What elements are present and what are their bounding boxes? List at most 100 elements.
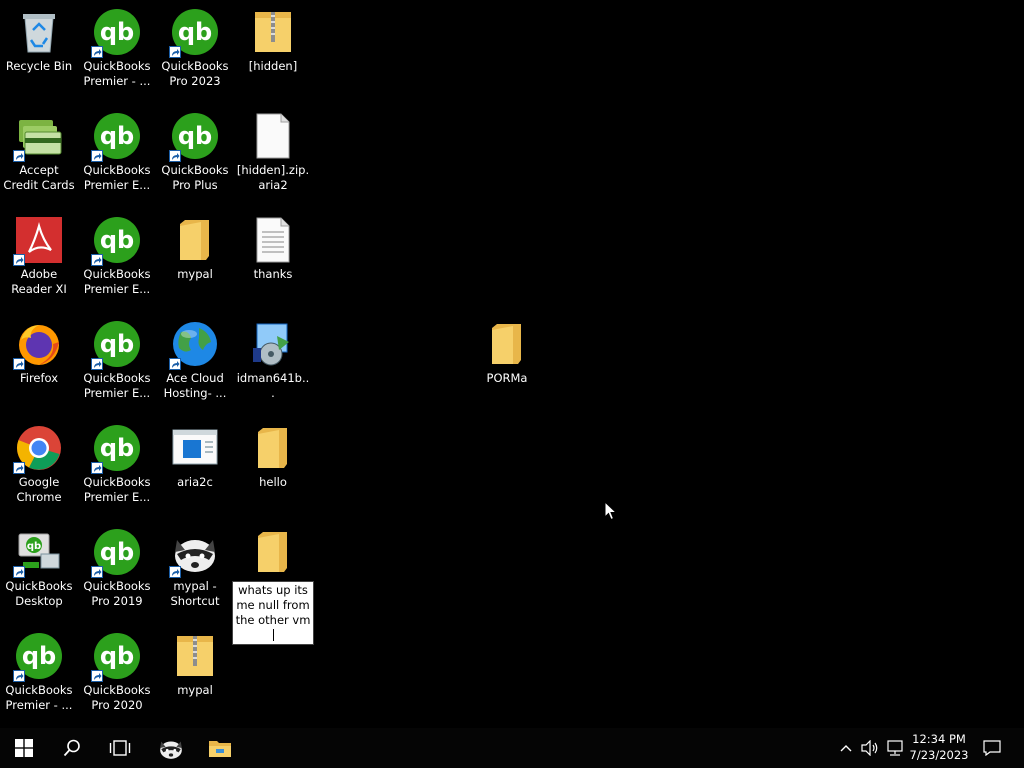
- shortcut-arrow-icon: [91, 670, 103, 682]
- start-button[interactable]: [0, 728, 48, 768]
- folder-icon: [171, 216, 219, 264]
- shortcut-arrow-icon: [169, 566, 181, 578]
- text-caret: [273, 629, 274, 641]
- desktop-icon-quickbooks-premier[interactable]: qb QuickBooks Premier - ...: [1, 624, 77, 724]
- desktop-icon-porma[interactable]: PORMa: [469, 312, 545, 412]
- svg-text:qb: qb: [100, 538, 134, 566]
- desktop-icon-renaming[interactable]: whats up its me null from the other vm: [232, 520, 314, 645]
- svg-text:qb: qb: [100, 330, 134, 358]
- svg-text:qb: qb: [27, 541, 41, 552]
- file-explorer-icon: [209, 741, 231, 757]
- volume-button[interactable]: [860, 728, 880, 768]
- shortcut-arrow-icon: [13, 358, 25, 370]
- desktop-icon-quickbooks-pro-plus-2022[interactable]: qb QuickBooks Pro Plus 2022: [157, 104, 233, 204]
- desktop-icon-quickbooks-premier-e[interactable]: qb QuickBooks Premier E...: [79, 208, 155, 308]
- shortcut-arrow-icon: [91, 566, 103, 578]
- desktop-icon-mypal-shortcut[interactable]: mypal - Shortcut: [157, 520, 233, 620]
- clock[interactable]: 12:34 PM 7/23/2023: [904, 731, 974, 763]
- shortcut-arrow-icon: [91, 46, 103, 58]
- task-view-button[interactable]: [96, 728, 144, 768]
- text-file-icon: [249, 216, 297, 264]
- desktop-icon-label: Google Chrome: [16, 475, 62, 504]
- desktop-icon-hidden[interactable]: [hidden]: [235, 0, 311, 100]
- desktop-icon-label: thanks: [253, 267, 293, 281]
- shortcut-arrow-icon: [91, 254, 103, 266]
- clock-time: 12:34 PM: [912, 732, 966, 746]
- search-icon: [63, 739, 80, 757]
- show-hidden-icons-button[interactable]: [838, 728, 854, 768]
- desktop-icon-ace-cloud-hosting[interactable]: Ace Cloud Hosting- ...: [157, 312, 233, 412]
- shortcut-arrow-icon: [91, 150, 103, 162]
- desktop-icon-aria2c[interactable]: aria2c: [157, 416, 233, 516]
- shortcut-arrow-icon: [169, 150, 181, 162]
- shortcut-arrow-icon: [13, 254, 25, 266]
- svg-text:qb: qb: [100, 18, 134, 46]
- desktop-icon-hidden-zip-aria2[interactable]: [hidden].zip.aria2: [235, 104, 311, 204]
- svg-text:qb: qb: [100, 226, 134, 254]
- desktop-icon-firefox[interactable]: Firefox: [1, 312, 77, 412]
- quickbooks-icon: qb: [91, 528, 141, 578]
- desktop-icon-thanks[interactable]: thanks: [235, 208, 311, 308]
- desktop-icon-google-chrome[interactable]: Google Chrome: [1, 416, 77, 516]
- desktop-icon-quickbooks-premier-e[interactable]: qb QuickBooks Premier E...: [79, 104, 155, 204]
- desktop[interactable]: Recycle Bin Accept Credit Cards in Poi..…: [0, 0, 1024, 728]
- desktop-icon-accept-credit-cards-in-poi[interactable]: Accept Credit Cards in Poi...: [1, 104, 77, 204]
- rename-textbox[interactable]: whats up its me null from the other vm: [232, 581, 314, 645]
- taskbar-mypal-button[interactable]: [147, 728, 195, 768]
- desktop-icon-recycle-bin[interactable]: Recycle Bin: [1, 0, 77, 100]
- rename-text: whats up its me null from the other vm: [235, 583, 311, 627]
- recycle-bin-icon: [15, 8, 63, 56]
- desktop-icon-quickbooks-pro-2020[interactable]: qb QuickBooks Pro 2020: [79, 624, 155, 724]
- quickbooks-icon: qb: [91, 8, 141, 58]
- desktop-icon-hello[interactable]: hello: [235, 416, 311, 516]
- quickbooks-icon: qb: [91, 632, 141, 682]
- svg-text:qb: qb: [22, 642, 56, 670]
- desktop-icon-quickbooks-desktop-poi[interactable]: qb QuickBooks Desktop Poi...: [1, 520, 77, 620]
- desktop-icon-label: QuickBooks Pro 2019: [83, 579, 151, 608]
- desktop-icon-label: QuickBooks Pro 2023: [161, 59, 229, 88]
- network-button[interactable]: [884, 728, 906, 768]
- desktop-icon-adobe-reader-xi[interactable]: Adobe Reader XI: [1, 208, 77, 308]
- desktop-icon-mypal[interactable]: mypal: [157, 624, 233, 724]
- desktop-icon-label: QuickBooks Premier - ...: [83, 59, 151, 88]
- shortcut-arrow-icon: [13, 150, 25, 162]
- blank-file-icon: [249, 112, 297, 160]
- adobe-reader-icon: [13, 216, 63, 266]
- desktop-icon-idman641b[interactable]: idman641b...: [235, 312, 311, 412]
- desktop-icon-quickbooks-premier-e[interactable]: qb QuickBooks Premier E...: [79, 312, 155, 412]
- desktop-icon-mypal[interactable]: mypal: [157, 208, 233, 308]
- svg-text:qb: qb: [100, 642, 134, 670]
- desktop-icon-quickbooks-pro-2023[interactable]: qb QuickBooks Pro 2023: [157, 0, 233, 100]
- shortcut-arrow-icon: [13, 566, 25, 578]
- desktop-icon-label: mypal: [177, 683, 213, 697]
- quickbooks-icon: qb: [91, 112, 141, 162]
- desktop-icon-label: Firefox: [19, 371, 59, 385]
- desktop-icon-quickbooks-premier[interactable]: qb QuickBooks Premier - ...: [79, 0, 155, 100]
- desktop-icon-label: Ace Cloud Hosting- ...: [163, 371, 227, 400]
- task-view-icon: [109, 740, 131, 756]
- desktop-icon-label: [hidden]: [248, 59, 298, 73]
- desktop-icon-label: QuickBooks Premier E...: [83, 267, 151, 296]
- desktop-icon-label: QuickBooks Premier E...: [83, 163, 151, 192]
- svg-text:qb: qb: [100, 434, 134, 462]
- desktop-icon-label: idman641b...: [236, 371, 310, 400]
- application-icon: [171, 424, 219, 472]
- desktop-icon-quickbooks-pro-2019[interactable]: qb QuickBooks Pro 2019: [79, 520, 155, 620]
- desktop-icon-quickbooks-premier-e[interactable]: qb QuickBooks Premier E...: [79, 416, 155, 516]
- desktop-icon-label: QuickBooks Desktop Poi...: [5, 579, 73, 608]
- quickbooks-icon: qb: [91, 216, 141, 266]
- desktop-icon-label: [hidden].zip.aria2: [236, 163, 310, 192]
- action-center-button[interactable]: [978, 728, 1006, 768]
- installer-icon: [249, 320, 297, 368]
- desktop-icon-label: Recycle Bin: [5, 59, 73, 73]
- windows-start-icon: [15, 739, 33, 757]
- search-button[interactable]: [48, 728, 96, 768]
- quickbooks-icon: qb: [91, 424, 141, 474]
- quickbooks-pos-icon: qb: [13, 528, 63, 578]
- mouse-pointer-icon: [604, 501, 617, 521]
- zip-folder-icon: [249, 8, 297, 56]
- desktop-icon-label: QuickBooks Pro Plus 2022: [161, 163, 229, 192]
- chevron-up-icon: [840, 745, 852, 752]
- quickbooks-icon: qb: [91, 320, 141, 370]
- taskbar-file-explorer-button[interactable]: [196, 728, 244, 768]
